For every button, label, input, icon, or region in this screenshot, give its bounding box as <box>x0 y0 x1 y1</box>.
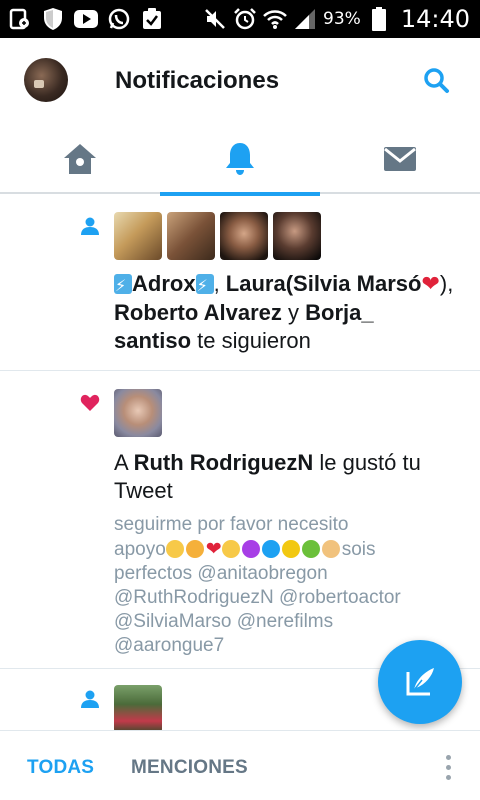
tweet-line: @RuthRodriguezN @robertoactor <box>114 587 401 608</box>
mail-icon <box>384 147 416 171</box>
list-item[interactable]: Adrox, Laura(Silvia Marsó❤), Roberto Alv… <box>0 196 480 371</box>
wifi-icon <box>263 7 287 31</box>
heart-eyes-emoji <box>185 540 204 558</box>
notification-suffix: te siguieron <box>191 328 311 353</box>
user-name[interactable]: Laura(Silvia Marsó <box>226 271 422 296</box>
notification-prefix: A <box>114 450 134 475</box>
follower-avatar[interactable] <box>167 212 215 260</box>
bell-icon <box>226 143 254 175</box>
list-item[interactable]: A Ruth RodriguezN le gustó tu Tweet segu… <box>0 371 480 669</box>
red-heart-emoji: ❤ <box>205 538 222 560</box>
youtube-icon <box>74 7 98 31</box>
tweet-word: apoyo <box>114 539 166 560</box>
kiss-heart-emoji <box>221 540 240 558</box>
person-icon <box>81 217 99 235</box>
search-button[interactable] <box>420 64 454 98</box>
liked-tweet-text[interactable]: seguirme por favor necesito apoyo ❤ sois p… <box>114 513 454 658</box>
tab-all[interactable]: TODAS <box>27 757 94 779</box>
separator: , <box>213 271 226 296</box>
clock: 14:40 <box>400 5 470 33</box>
heart-emoji: ❤ <box>421 272 440 297</box>
home-icon <box>64 144 96 174</box>
person-icon <box>81 690 99 708</box>
heart-icon <box>80 394 100 411</box>
profile-avatar[interactable] <box>24 58 68 102</box>
purple-heart-emoji <box>241 540 260 558</box>
tab-home[interactable] <box>0 124 160 194</box>
overflow-menu-button[interactable] <box>436 747 460 787</box>
bolt-emoji <box>114 272 132 300</box>
follower-avatar[interactable] <box>220 212 268 260</box>
notification-text: Adrox, Laura(Silvia Marsó❤), Roberto Alv… <box>114 270 454 355</box>
bolt-emoji <box>195 272 214 300</box>
battery-icon <box>367 7 391 31</box>
clipboard-check-icon <box>140 7 164 31</box>
follower-avatar[interactable] <box>114 212 162 260</box>
whatsapp-icon <box>107 7 131 31</box>
battery-percent: 93% <box>323 9 361 29</box>
tab-notifications[interactable] <box>160 124 320 196</box>
app-header: Notificaciones <box>0 38 480 124</box>
liker-avatar[interactable] <box>114 389 162 437</box>
tweet-word: sois <box>341 539 376 560</box>
follower-avatar[interactable] <box>273 212 321 260</box>
tab-messages[interactable] <box>320 124 480 194</box>
status-bar: 93% 14:40 <box>0 0 480 38</box>
dot-icon <box>445 774 451 780</box>
bottom-bar: TODAS MENCIONES <box>0 730 480 800</box>
top-tabs <box>0 124 480 196</box>
yellow-heart-emoji <box>281 540 300 558</box>
search-icon <box>424 68 449 93</box>
notification-text: A Ruth RodriguezN le gustó tu Tweet <box>114 449 454 505</box>
data-saver-icon <box>8 7 32 31</box>
tweet-line: seguirme por favor necesito <box>114 514 349 535</box>
page-title: Notificaciones <box>115 67 280 94</box>
tweet-line: @SilviaMarso @nerefilms <box>114 611 334 632</box>
user-name[interactable]: Adrox <box>132 271 196 296</box>
compose-icon <box>406 668 434 696</box>
follower-avatar[interactable] <box>114 685 162 730</box>
alarm-icon <box>233 7 257 31</box>
dot-icon <box>445 754 451 760</box>
blue-heart-emoji <box>261 540 280 558</box>
mute-icon <box>203 7 227 31</box>
user-name[interactable]: Roberto Alvarez <box>114 300 282 325</box>
green-heart-emoji <box>301 540 320 558</box>
shield-icon <box>41 7 65 31</box>
conjunction: y <box>281 300 306 325</box>
kiss-emoji <box>165 540 184 558</box>
user-name[interactable]: Ruth RodriguezN <box>134 450 314 475</box>
tweet-line: apoyo ❤ sois <box>114 537 454 562</box>
tweet-line: perfectos @anitaobregon <box>114 563 328 584</box>
signal-icon <box>293 7 317 31</box>
ok-hand-emoji <box>321 540 340 558</box>
tab-mentions[interactable]: MENCIONES <box>131 757 248 779</box>
dot-icon <box>445 764 451 770</box>
compose-tweet-button[interactable] <box>378 640 462 724</box>
separator: ), <box>439 271 454 296</box>
